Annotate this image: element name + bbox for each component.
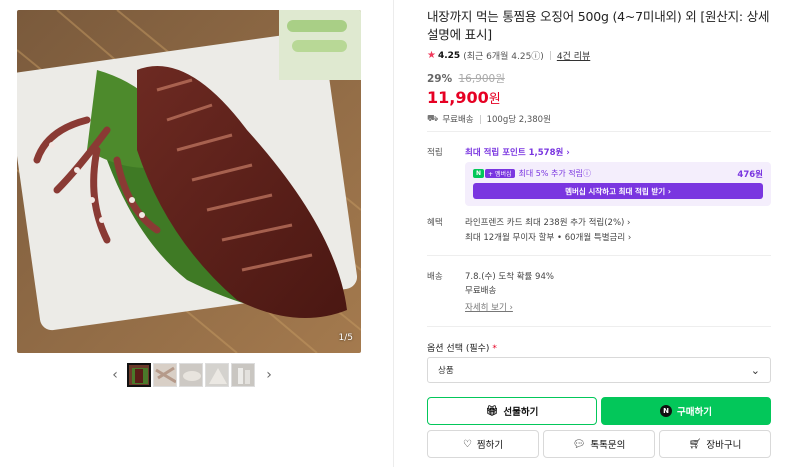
price-original-row: 29% 16,900원 xyxy=(427,71,771,86)
discount-rate: 29% xyxy=(427,73,453,85)
gift-icon: 🎁︎ xyxy=(485,405,499,417)
max-point-link[interactable]: 최대 적립 포인트 1,578원 › xyxy=(465,146,570,158)
prev-image-arrow[interactable]: ‹ xyxy=(108,363,122,387)
review-link[interactable]: 4건 리뷰 xyxy=(557,49,590,62)
next-image-arrow[interactable]: › xyxy=(262,363,276,387)
option-label: 옵션 선택 (필수) * xyxy=(427,341,497,354)
thumbnail-2[interactable] xyxy=(153,363,177,387)
unit-price: 100g당 2,380원 xyxy=(486,115,551,125)
installment-benefit-link[interactable]: 최대 12개월 무이자 할부 • 60개월 특별금리 › xyxy=(465,231,631,243)
shipping-fee: 무료배송 xyxy=(442,115,474,125)
wish-button[interactable]: ♡ 찜하기 xyxy=(427,430,539,458)
extra-point-amount: 476원 xyxy=(737,170,763,180)
thumbnail-4[interactable] xyxy=(205,363,229,387)
chat-bubble-icon: 💬︎ xyxy=(572,438,586,450)
gift-button-label: 선물하기 xyxy=(503,407,539,418)
wish-button-label: 찜하기 xyxy=(476,440,504,451)
product-main-image[interactable]: 1/5 xyxy=(17,10,361,353)
cart-button-label: 장바구니 xyxy=(706,440,742,451)
rating-detail: (최근 6개월 4.25ⓘ) xyxy=(463,52,544,62)
delivery-fee: 무료배송 xyxy=(465,286,497,296)
section-divider xyxy=(427,326,771,327)
talk-button-label: 톡톡문의 xyxy=(590,440,626,451)
product-info: 내장까지 먹는 통찜용 오징어 500g (4~7미내외) 외 [원산지: 상세… xyxy=(427,8,771,125)
shipping-row: ⛟ 무료배송 100g당 2,380원 xyxy=(427,113,771,126)
star-icon: ★ xyxy=(427,50,436,61)
arrival-probability: 7.8.(수) 도착 확률 94% xyxy=(465,272,554,282)
benefit-section-label: 혜택 xyxy=(427,218,443,228)
option-selected-value: 상품 xyxy=(438,366,454,376)
image-counter: 1/5 xyxy=(338,333,353,343)
option-select[interactable]: 상품 ⌄ xyxy=(427,357,771,383)
cart-icon: 🛒︎ xyxy=(688,438,702,450)
sale-price-row: 11,900원 xyxy=(427,88,771,107)
sale-price: 11,900 xyxy=(427,88,489,107)
product-title: 내장까지 먹는 통찜용 오징어 500g (4~7미내외) 외 [원산지: 상세… xyxy=(427,9,770,42)
rating-row: ★ 4.25 (최근 6개월 4.25ⓘ) 4건 리뷰 xyxy=(427,49,771,62)
required-mark: * xyxy=(492,344,497,354)
delivery-section-label: 배송 xyxy=(427,272,443,282)
chevron-down-icon: ⌄ xyxy=(750,363,760,377)
thumbnail-5[interactable] xyxy=(231,363,255,387)
gift-button[interactable]: 🎁︎ 선물하기 xyxy=(427,397,597,425)
membership-point-box: N + 멤버십 최대 5% 추가 적립ⓘ 476원 멤버십 시작하고 최대 적립… xyxy=(465,162,771,206)
membership-badge: + 멤버십 xyxy=(485,169,515,178)
option-label-text: 옵션 선택 (필수) xyxy=(427,344,490,354)
buy-button-label: 구매하기 xyxy=(677,407,712,418)
extra-point-text[interactable]: 최대 5% 추가 적립ⓘ xyxy=(519,168,591,179)
thumbnail-3[interactable] xyxy=(179,363,203,387)
rating-value: 4.25 xyxy=(437,50,461,61)
membership-start-button[interactable]: 멤버십 시작하고 최대 적립 받기 › xyxy=(473,183,763,199)
column-divider xyxy=(393,0,394,467)
card-benefit-link[interactable]: 라인프렌즈 카드 최대 238원 추가 적립(2%) › xyxy=(465,216,630,228)
thumbnail-1[interactable] xyxy=(127,363,151,387)
naver-pay-icon: N xyxy=(660,405,673,417)
divider xyxy=(479,114,481,124)
section-divider xyxy=(427,255,771,256)
heart-icon: ♡ xyxy=(462,438,472,450)
point-section-label: 적립 xyxy=(427,148,443,158)
section-divider xyxy=(427,131,771,132)
truck-icon: ⛟ xyxy=(427,113,439,124)
divider xyxy=(549,51,551,60)
npay-badge: N xyxy=(473,169,485,178)
buy-button[interactable]: N 구매하기 xyxy=(601,397,771,425)
sale-price-unit: 원 xyxy=(488,92,501,107)
extra-point-line: N + 멤버십 최대 5% 추가 적립ⓘ xyxy=(473,168,591,179)
original-price: 16,900원 xyxy=(458,73,505,85)
delivery-detail-link[interactable]: 자세히 보기 › xyxy=(465,301,513,313)
cart-button[interactable]: 🛒︎ 장바구니 xyxy=(659,430,771,458)
thumbnail-strip: ‹ › xyxy=(108,362,276,388)
talk-inquiry-button[interactable]: 💬︎ 톡톡문의 xyxy=(543,430,655,458)
